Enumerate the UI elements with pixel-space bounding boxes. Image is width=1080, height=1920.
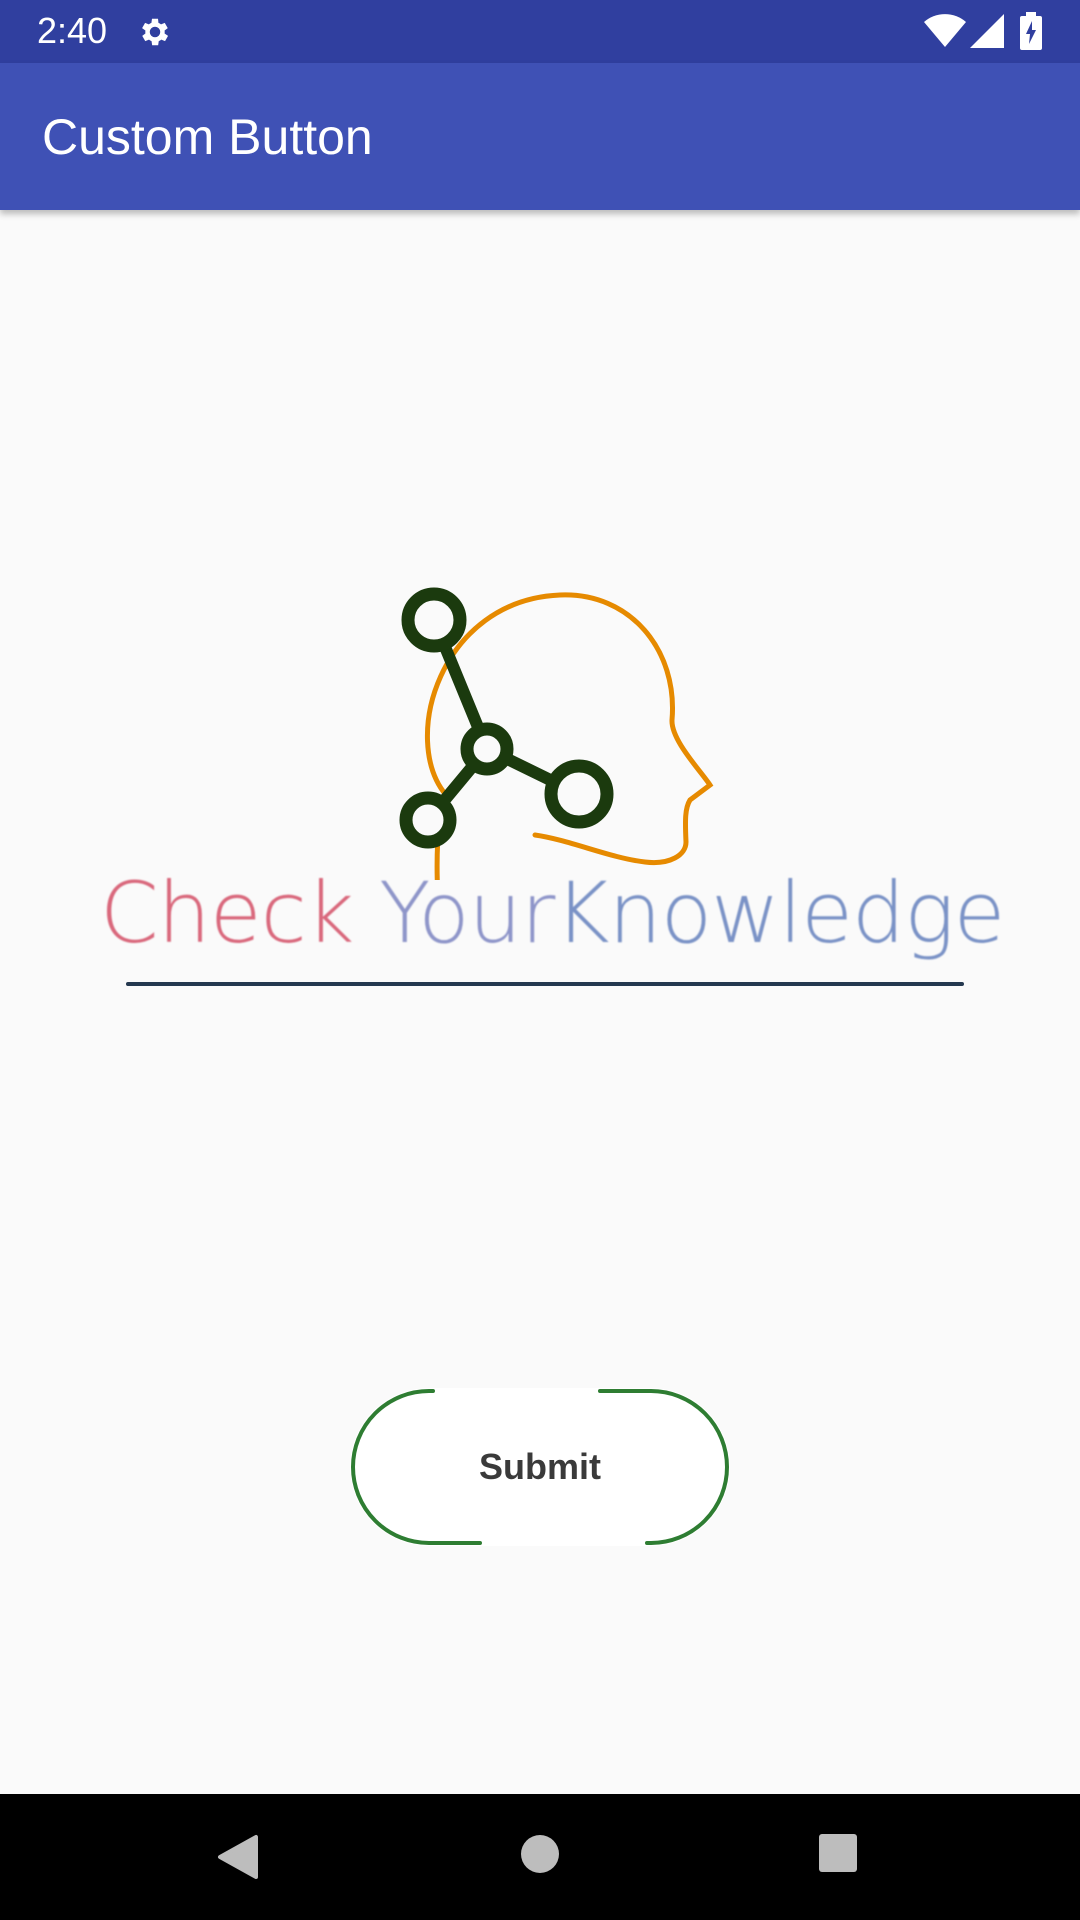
- screen: 2:40 Custom Button Check YourKnowledge S…: [0, 0, 1080, 1920]
- app-bar: Custom Button: [0, 63, 1080, 210]
- logo-wordmark: Check YourKnowledge: [100, 863, 1005, 963]
- head-molecule-logo-icon: [399, 587, 714, 880]
- logo-word-knowledge: Knowledge: [554, 864, 1005, 962]
- status-bar: 2:40: [0, 0, 1080, 63]
- status-time: 2:40: [37, 10, 108, 51]
- submit-button[interactable]: Submit: [350, 1388, 730, 1546]
- logo-word-check: Check: [100, 864, 354, 962]
- battery-charging-icon: [1020, 12, 1042, 50]
- navigation-bar: [0, 1794, 1080, 1920]
- logo-word-your: Your: [379, 864, 555, 962]
- gear-icon: [142, 18, 169, 46]
- recents-icon[interactable]: [817, 1832, 859, 1874]
- back-icon[interactable]: [216, 1833, 260, 1881]
- logo-underline: [126, 982, 964, 986]
- check-your-knowledge-logo: Check YourKnowledge: [90, 580, 1005, 1000]
- home-icon[interactable]: [519, 1833, 561, 1875]
- app-title: Custom Button: [42, 109, 373, 165]
- signal-icon: [970, 14, 1004, 48]
- submit-button-label: Submit: [479, 1446, 601, 1487]
- wifi-icon: [924, 14, 966, 47]
